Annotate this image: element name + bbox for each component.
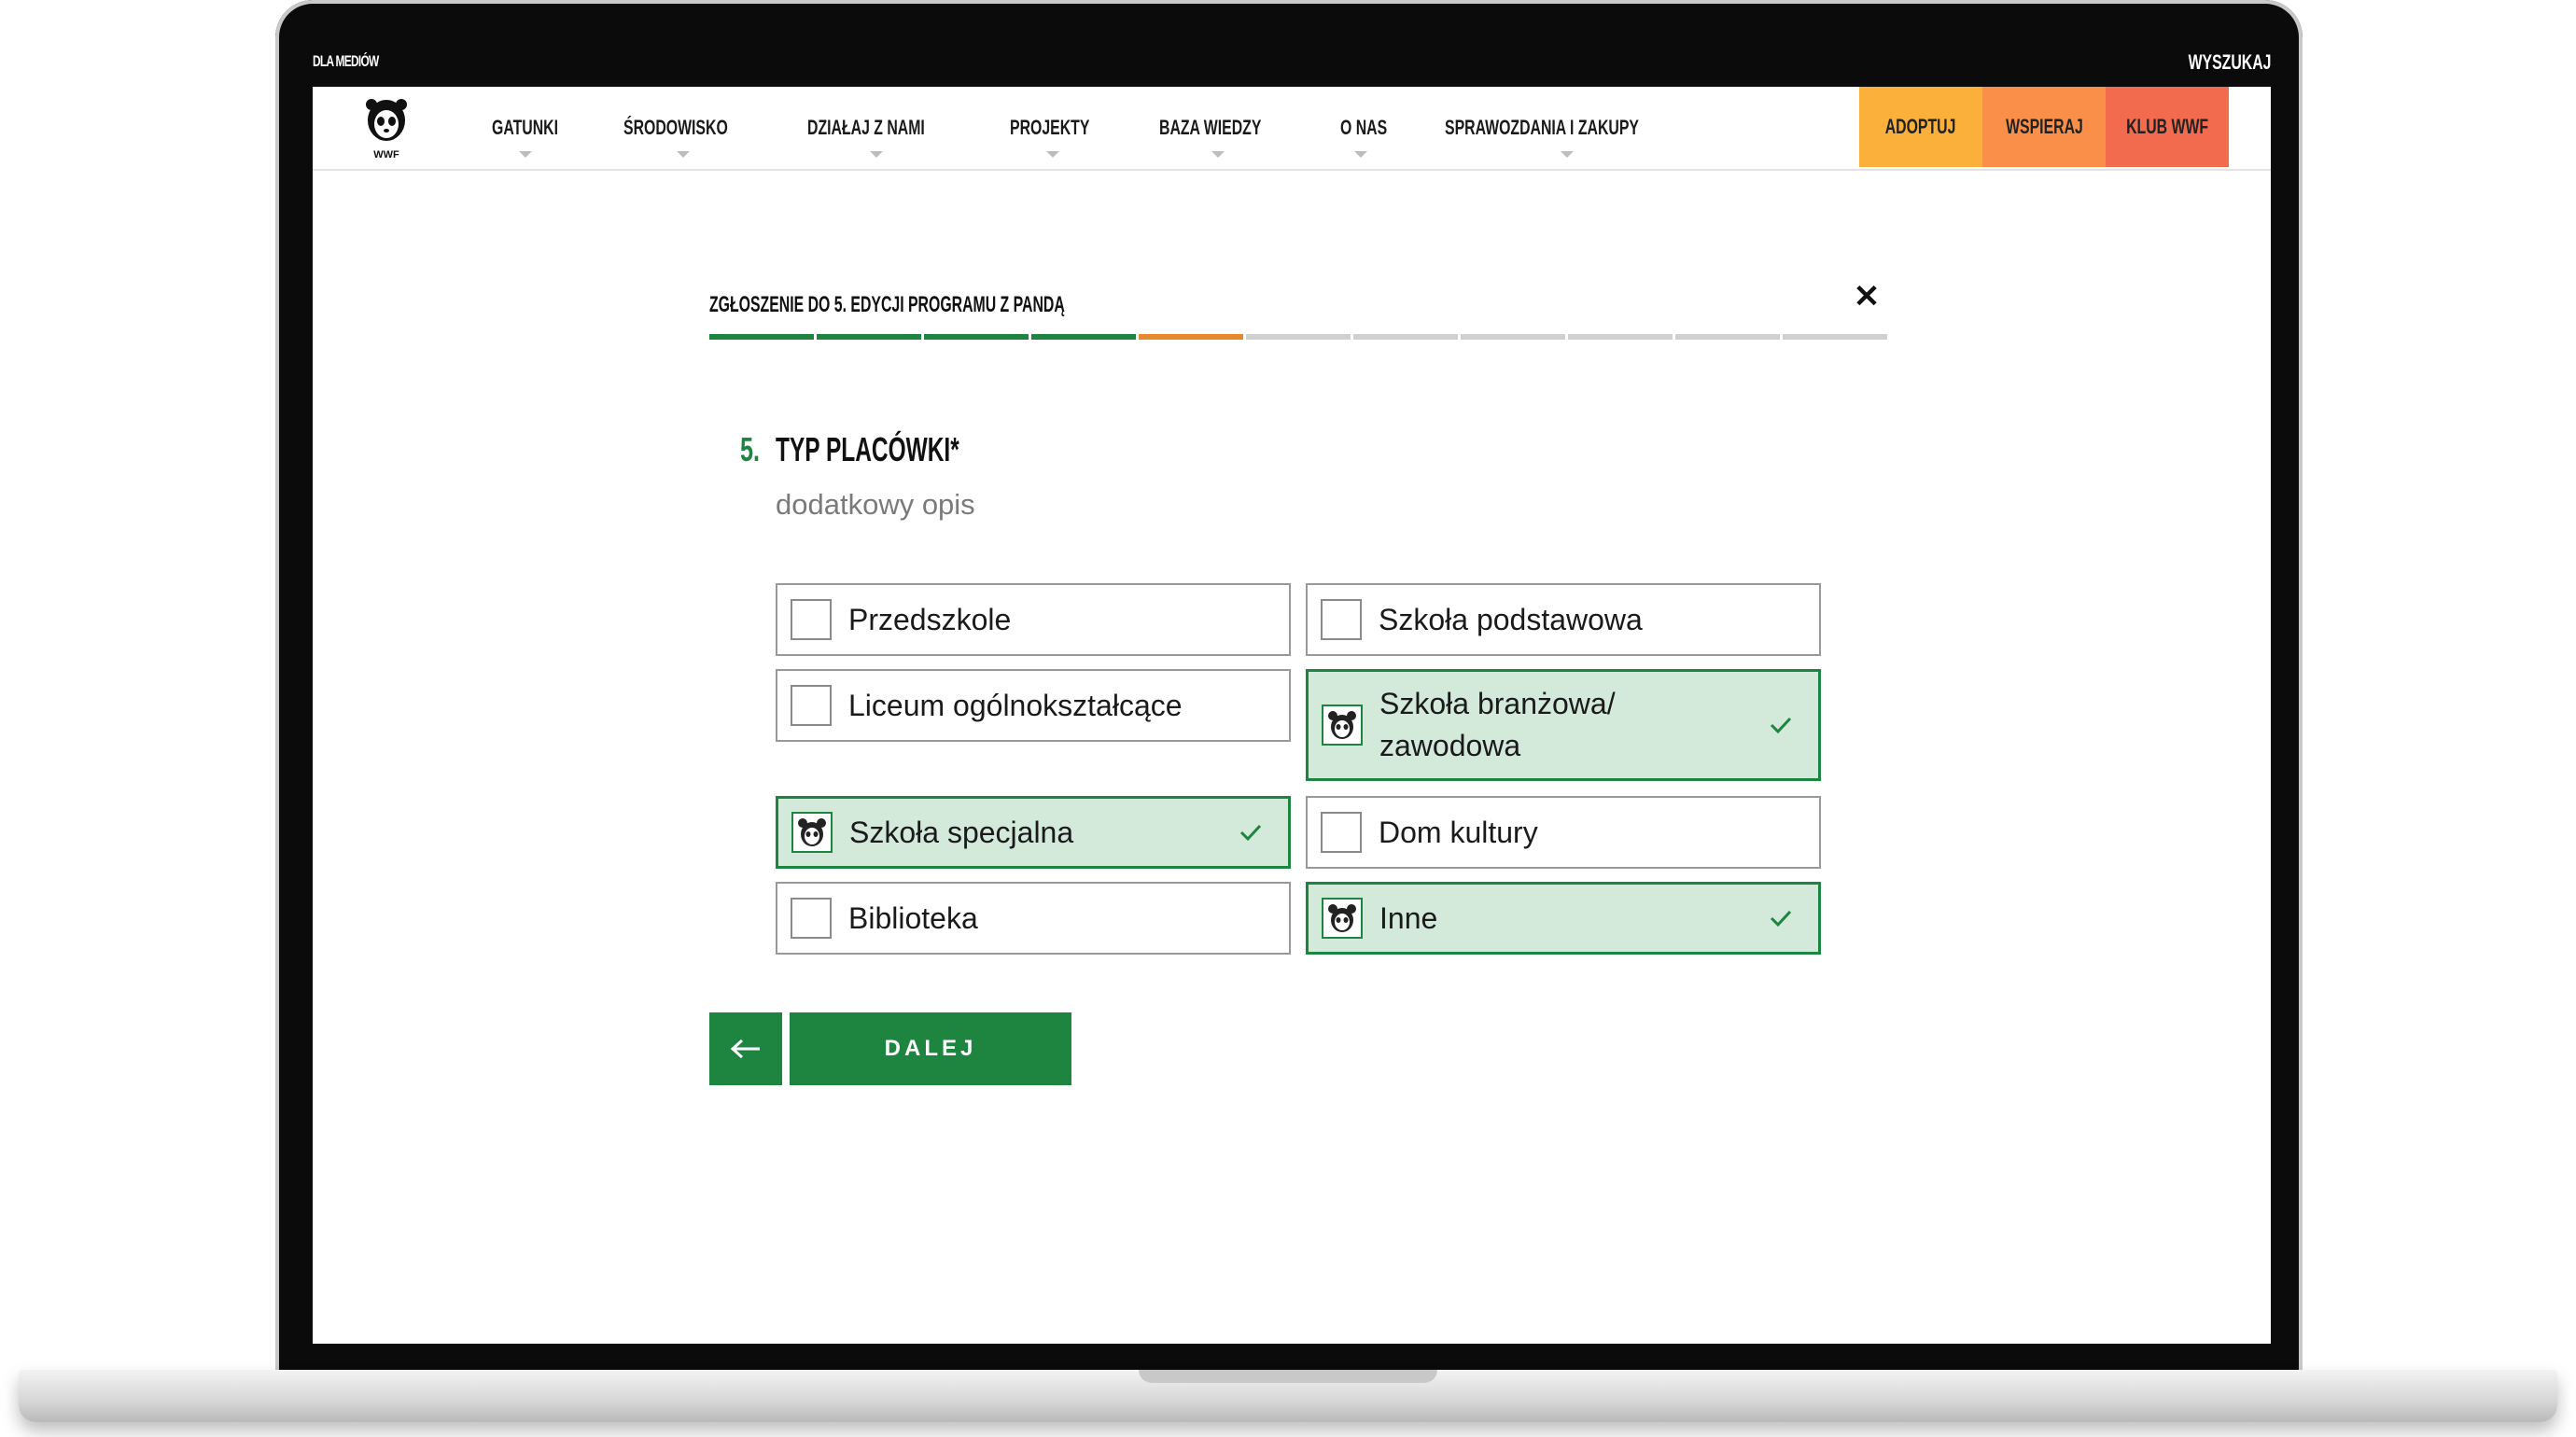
question-number: 5. (740, 430, 761, 468)
checkmark-icon (1239, 824, 1262, 842)
back-button[interactable] (709, 1012, 782, 1085)
media-link[interactable]: DLA MEDIÓW (313, 52, 379, 71)
option-label: Szkoła specjalna (849, 815, 1074, 849)
chevron-down-icon (870, 151, 884, 158)
panda-icon (1328, 904, 1356, 932)
progress-step-7 (1353, 334, 1458, 340)
nav-item-sprawozdania[interactable]: SPRAWOZDANIA I ZAKUPY (1445, 87, 1715, 169)
nav-item-o-nas[interactable]: O NAS (1340, 87, 1406, 169)
chevron-down-icon (519, 151, 533, 158)
option-label: Inne (1379, 900, 1438, 935)
option-label: Dom kultury (1379, 815, 1538, 849)
nav-item-gatunki[interactable]: GATUNKI (492, 87, 584, 169)
checkbox[interactable] (791, 685, 832, 726)
klub-wwf-button[interactable]: KLUB WWF (2106, 87, 2229, 167)
wwf-panda-logo[interactable]: WWF (363, 96, 410, 161)
option-inne[interactable]: Inne (1306, 882, 1821, 955)
progress-bar (709, 334, 1890, 340)
checkbox-checked[interactable] (1322, 705, 1363, 746)
option-biblioteka[interactable]: Biblioteka (776, 882, 1291, 955)
panda-icon (1328, 711, 1356, 739)
nav-item-projekty[interactable]: PROJEKTY (1010, 87, 1121, 169)
chevron-down-icon (1045, 151, 1059, 158)
option-label: Liceum ogólnokształcące (848, 688, 1183, 722)
option-szkola-specjalna[interactable]: Szkoła specjalna (776, 796, 1291, 869)
progress-step-9 (1568, 334, 1673, 340)
option-liceum[interactable]: Liceum ogólnokształcące (776, 669, 1291, 742)
progress-step-3 (924, 334, 1029, 340)
option-label: Szkoła branżowa/ zawodowa (1379, 687, 1616, 762)
progress-step-5 (1139, 334, 1243, 340)
nav-item-baza-wiedzy[interactable]: BAZA WIEDZY (1159, 87, 1301, 169)
checkbox-checked[interactable] (791, 812, 833, 853)
nav-item-srodowisko[interactable]: ŚRODOWISKO (623, 87, 768, 169)
chevron-down-icon (677, 151, 691, 158)
close-icon[interactable]: ✕ (1853, 281, 1881, 313)
checkbox[interactable] (1321, 599, 1362, 640)
question-title: TYP PLACÓWKI* (776, 430, 959, 468)
question-description: dodatkowy opis (776, 488, 975, 521)
arrow-left-icon (730, 1039, 760, 1059)
chevron-down-icon (1211, 151, 1225, 158)
option-dom-kultury[interactable]: Dom kultury (1306, 796, 1821, 869)
chevron-down-icon (1561, 151, 1575, 158)
nav-item-dzialaj-z-nami[interactable]: DZIAŁAJ Z NAMI (807, 87, 971, 169)
browser-viewport: WWF GATUNKI ŚRODOWISKO DZIAŁAJ Z NAMI PR… (313, 87, 2271, 1344)
panda-icon (798, 818, 826, 846)
option-label: Przedszkole (848, 602, 1012, 636)
progress-step-6 (1246, 334, 1351, 340)
search-link[interactable]: WYSZUKAJ (2188, 50, 2271, 75)
option-szkola-branzowa[interactable]: Szkoła branżowa/ zawodowa (1306, 669, 1821, 781)
nav-items: GATUNKI ŚRODOWISKO DZIAŁAJ Z NAMI PROJEK… (492, 87, 1754, 169)
progress-step-8 (1461, 334, 1565, 340)
adoptuj-button[interactable]: ADOPTUJ (1859, 87, 1982, 167)
next-button[interactable]: DALEJ (790, 1012, 1071, 1085)
option-szkola-podstawowa[interactable]: Szkoła podstawowa (1306, 583, 1821, 656)
wspieraj-button[interactable]: WSPIERAJ (1982, 87, 2106, 167)
form-title: ZGŁOSZENIE DO 5. EDYCJI PROGRAMU Z PANDĄ (709, 292, 1065, 317)
progress-step-11 (1783, 334, 1887, 340)
option-label: Biblioteka (848, 900, 978, 935)
top-bar: DLA MEDIÓW WYSZUKAJ (313, 45, 2271, 87)
checkmark-icon (1770, 717, 1792, 734)
laptop-notch (1139, 1370, 1437, 1383)
progress-step-2 (817, 334, 921, 340)
option-label: Szkoła podstawowa (1379, 602, 1643, 636)
checkbox[interactable] (791, 898, 832, 939)
option-przedszkole[interactable]: Przedszkole (776, 583, 1291, 656)
chevron-down-icon (1353, 151, 1367, 158)
logo-text: WWF (373, 149, 399, 160)
checkmark-icon (1770, 910, 1792, 928)
checkbox[interactable] (1321, 812, 1362, 853)
progress-step-4 (1031, 334, 1136, 340)
main-navigation: WWF GATUNKI ŚRODOWISKO DZIAŁAJ Z NAMI PR… (313, 87, 2271, 171)
checkbox[interactable] (791, 599, 832, 640)
checkbox-checked[interactable] (1322, 898, 1363, 939)
progress-step-1 (709, 334, 814, 340)
progress-step-10 (1675, 334, 1780, 340)
